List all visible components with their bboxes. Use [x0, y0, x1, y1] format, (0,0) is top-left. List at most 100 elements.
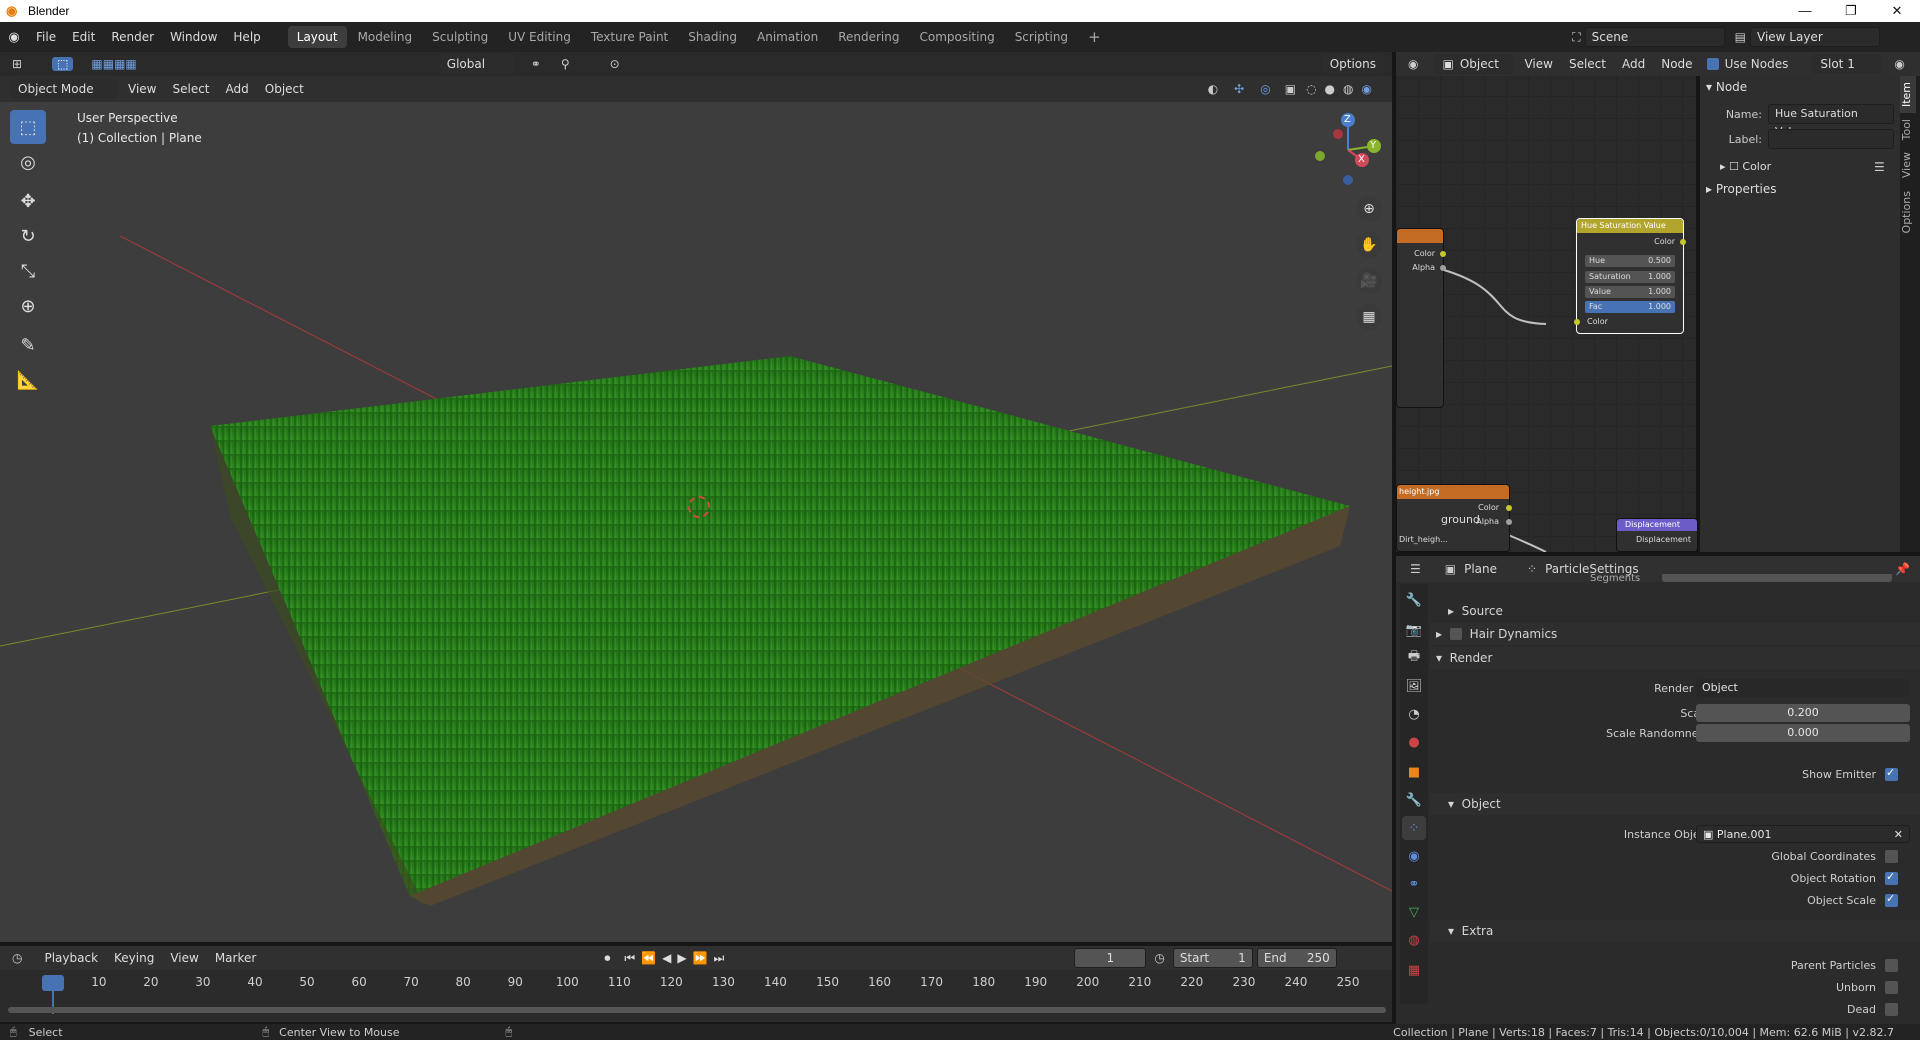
displacement-node[interactable]: Displacement Displacement: [1616, 518, 1698, 552]
scale-randomness-field[interactable]: 0.000: [1696, 724, 1910, 742]
blender-menu-icon[interactable]: ◉: [0, 30, 28, 45]
tab-modeling[interactable]: Modeling: [349, 26, 422, 48]
color-list-icon[interactable]: ☰: [1874, 160, 1885, 174]
clock-icon[interactable]: ◷: [1154, 951, 1164, 965]
object-subpanel[interactable]: ▾ Object: [1430, 793, 1920, 815]
segments-field-cut[interactable]: [1662, 574, 1892, 582]
object-scale-checkbox[interactable]: [1885, 892, 1898, 907]
image-texture-node-top[interactable]: Color Alpha: [1396, 228, 1446, 408]
tab-animation[interactable]: Animation: [748, 26, 827, 48]
node-menu-view[interactable]: View: [1516, 49, 1560, 79]
3d-viewport[interactable]: [0, 76, 1392, 942]
tab-shading[interactable]: Shading: [679, 26, 746, 48]
shader-node-editor[interactable]: Color Alpha Hue Saturation Value Color H…: [1396, 52, 1698, 552]
tab-item[interactable]: Item: [1900, 76, 1916, 114]
world-props-icon[interactable]: ●: [1402, 730, 1426, 754]
current-frame-field[interactable]: 1: [1074, 948, 1147, 968]
zoom-icon[interactable]: ⊕: [1356, 196, 1382, 222]
measure-tool-icon[interactable]: 📐: [10, 363, 46, 397]
select-tool-icon[interactable]: ⬚: [52, 57, 74, 71]
source-panel[interactable]: ▸ Source: [1430, 600, 1920, 622]
viewport-menu-add[interactable]: Add: [218, 74, 257, 104]
modifier-props-icon[interactable]: 🔧: [1402, 788, 1426, 812]
menu-help[interactable]: Help: [225, 22, 268, 52]
xray-icon[interactable]: ▣: [1285, 82, 1296, 96]
tab-tool[interactable]: Tool: [1900, 113, 1916, 146]
material-shading-icon[interactable]: ◍: [1343, 82, 1353, 96]
pivot-icon[interactable]: ⚭: [531, 57, 541, 71]
node-editor-type-icon[interactable]: ◉: [1408, 57, 1418, 71]
prev-keyframe-icon[interactable]: ⏪: [641, 951, 656, 965]
dead-checkbox[interactable]: [1885, 1002, 1898, 1016]
color-subpanel[interactable]: ▸ ☐ Color: [1720, 160, 1771, 173]
output-props-icon[interactable]: 🖶: [1402, 646, 1426, 670]
node-label-field[interactable]: [1768, 129, 1894, 149]
tool-props-icon[interactable]: 🔧: [1402, 588, 1426, 612]
play-reverse-icon[interactable]: ◀: [662, 951, 671, 965]
3d-cursor-icon[interactable]: [688, 496, 710, 518]
view-layer-field[interactable]: View Layer: [1750, 27, 1880, 47]
add-workspace-button[interactable]: +: [1079, 26, 1110, 48]
parent-particles-checkbox[interactable]: [1885, 958, 1898, 972]
close-button[interactable]: ✕: [1874, 0, 1920, 22]
material-preview-icon[interactable]: ◉: [1894, 57, 1904, 71]
viewport-menu-select[interactable]: Select: [164, 74, 217, 104]
tab-scripting[interactable]: Scripting: [1006, 26, 1077, 48]
fac-field[interactable]: Fac 1.000: [1585, 301, 1675, 313]
clear-instance-icon[interactable]: ✕: [1894, 826, 1903, 844]
tab-sculpting[interactable]: Sculpting: [423, 26, 497, 48]
editor-type-icon[interactable]: ⊞: [12, 57, 22, 71]
extra-panel[interactable]: ▾ Extra: [1430, 920, 1920, 942]
proportional-edit-icon[interactable]: ⊙: [610, 57, 620, 71]
viewport-menu-view[interactable]: View: [120, 74, 164, 104]
texture-props-icon[interactable]: ▦: [1402, 958, 1426, 982]
tab-uv-editing[interactable]: UV Editing: [499, 26, 580, 48]
hair-dynamics-panel[interactable]: ▸ Hair Dynamics: [1430, 623, 1920, 645]
menu-render[interactable]: Render: [103, 22, 162, 52]
constraint-props-icon[interactable]: ⚭: [1402, 872, 1426, 896]
saturation-field[interactable]: Saturation 1.000: [1585, 271, 1675, 283]
timeline-menu-view[interactable]: View: [162, 943, 206, 973]
options-dropdown[interactable]: Options: [1321, 54, 1384, 74]
annotate-tool-icon[interactable]: ✎: [10, 328, 46, 362]
rotate-tool-icon[interactable]: ↻: [10, 219, 46, 253]
minimize-button[interactable]: —: [1782, 0, 1828, 22]
object-rotation-checkbox[interactable]: [1885, 870, 1898, 885]
node-panel-header[interactable]: ▾ Node: [1706, 80, 1747, 94]
solid-shading-icon[interactable]: ●: [1325, 82, 1335, 96]
scene-props-icon[interactable]: ◔: [1402, 702, 1426, 726]
camera-view-icon[interactable]: 🎥: [1356, 268, 1382, 294]
hue-field[interactable]: Hue 0.500: [1585, 255, 1675, 267]
timeline-editor-icon[interactable]: ◷: [12, 951, 22, 965]
node-name-field[interactable]: Hue Saturation Value: [1768, 104, 1894, 138]
tab-compositing[interactable]: Compositing: [910, 26, 1003, 48]
unborn-checkbox[interactable]: [1885, 980, 1898, 994]
jump-end-icon[interactable]: ⏭: [714, 951, 725, 966]
view-layer-props-icon[interactable]: 🖼: [1402, 674, 1426, 698]
particle-props-icon[interactable]: ⁘: [1402, 816, 1426, 840]
global-coordinates-checkbox[interactable]: [1885, 849, 1898, 863]
node-menu-add[interactable]: Add: [1614, 49, 1653, 79]
image-texture-node-bottom[interactable]: height.jpg ground Color Alpha Dirt_heigh…: [1396, 484, 1512, 552]
data-props-icon[interactable]: ▽: [1402, 900, 1426, 924]
timeline-menu-playback[interactable]: Playback: [36, 943, 106, 973]
start-frame-field[interactable]: Start 1: [1172, 948, 1253, 968]
properties-subpanel[interactable]: ▸ Properties: [1706, 182, 1777, 196]
render-panel[interactable]: ▾ Render: [1430, 647, 1920, 669]
pin-icon[interactable]: 📌: [1895, 562, 1910, 576]
transform-orientation-dropdown[interactable]: Global: [438, 54, 515, 74]
overlay-toggle-icon[interactable]: ◎: [1260, 82, 1270, 96]
record-icon[interactable]: ⏺: [604, 951, 610, 966]
next-keyframe-icon[interactable]: ⏩: [693, 951, 708, 965]
scene-field[interactable]: Scene: [1584, 27, 1725, 47]
material-props-icon[interactable]: ◍: [1402, 928, 1426, 952]
physics-props-icon[interactable]: ◉: [1402, 844, 1426, 868]
play-icon[interactable]: ▶: [677, 951, 686, 965]
timeline-menu-keying[interactable]: Keying: [106, 943, 162, 973]
move-tool-icon[interactable]: ✥: [10, 184, 46, 218]
menu-edit[interactable]: Edit: [64, 22, 103, 52]
use-nodes-checkbox[interactable]: [1706, 58, 1719, 70]
select-box-tool-icon[interactable]: ⬚: [10, 110, 46, 144]
node-menu-node[interactable]: Node: [1653, 49, 1700, 79]
tab-texture-paint[interactable]: Texture Paint: [582, 26, 677, 48]
